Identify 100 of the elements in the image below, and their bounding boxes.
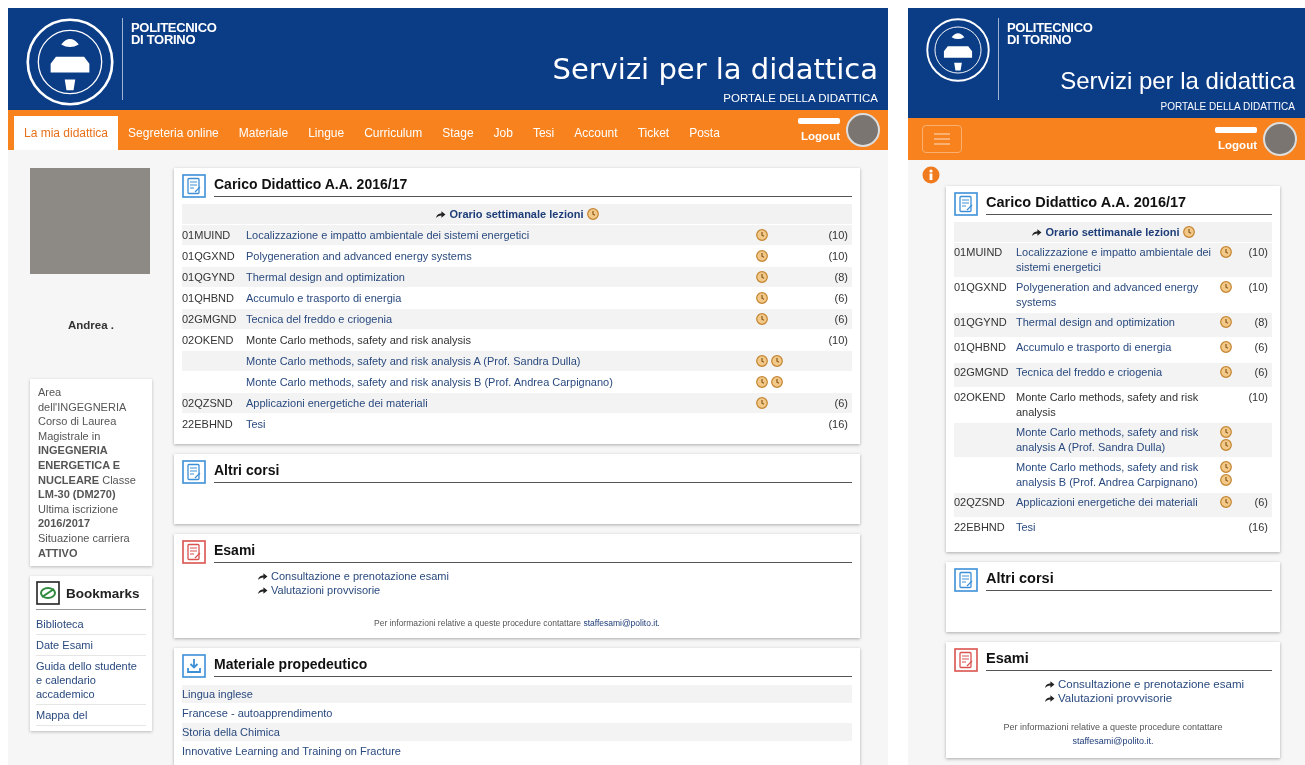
course-link[interactable]: Tesi (1016, 520, 1220, 535)
course-link[interactable]: Thermal design and optimization (246, 271, 756, 283)
email-link[interactable]: staffesami@polito.it. (583, 618, 660, 628)
exam-link[interactable]: Consultazione e prenotazione esami (271, 570, 449, 582)
clock-icon[interactable] (1220, 461, 1232, 473)
course-link[interactable]: Tecnica del freddo e criogenia (246, 313, 756, 325)
course-credits: (8) (1253, 315, 1269, 330)
clock-icon[interactable] (1220, 496, 1232, 508)
notepad-icon (954, 648, 978, 672)
download-icon (182, 654, 206, 678)
clock-icon[interactable] (756, 313, 768, 325)
clock-icon[interactable] (771, 355, 783, 367)
email-link[interactable]: staffesami@polito.it. (1072, 736, 1154, 746)
exam-link[interactable]: Consultazione e prenotazione esami (1058, 678, 1245, 690)
course-credits: (6) (833, 313, 849, 325)
site-subtitle: PORTALE DELLA DIDATTICA (1159, 101, 1295, 112)
clock-icon[interactable] (1220, 439, 1232, 451)
course-link[interactable]: Localizzazione e impatto ambientale dei sistemi energetici (1016, 245, 1220, 275)
course-code: 01MUIND (954, 245, 1004, 260)
course-credits: (10) (827, 229, 849, 241)
course-link[interactable]: Polygeneration and advanced energy systems (246, 250, 756, 262)
clock-icon[interactable] (756, 397, 768, 409)
exam-link[interactable]: Valutazioni provvisorie (271, 584, 381, 596)
contact-note: Per informazioni relative a queste procedure contattare staffesami@polito.it. (373, 618, 661, 628)
clock-icon[interactable] (1220, 281, 1232, 293)
clock-icon[interactable] (1220, 316, 1232, 328)
clock-icon[interactable] (756, 376, 768, 388)
university-wordmark: POLITECNICO DI TORINO (1007, 19, 1093, 46)
course-name: Monte Carlo methods, safety and risk analysis (246, 334, 472, 346)
bookmark-link[interactable]: Guida dello studente e calendario accademico (36, 656, 146, 706)
redacted-username (1215, 127, 1257, 133)
schedule-link[interactable]: Orario settimanale lezioni (449, 208, 584, 220)
clock-icon[interactable] (1220, 426, 1232, 438)
site-subtitle: PORTALE DELLA DIDATTICA (722, 92, 878, 104)
course-code: 01QHBND (182, 292, 235, 304)
course-credits: (8) (833, 271, 849, 283)
material-link[interactable]: Innovative Learning and Training on Fracture (182, 741, 852, 760)
arrow-icon (257, 585, 268, 595)
clock-icon[interactable] (1183, 226, 1196, 238)
course-code: 02GMGND (954, 365, 1010, 380)
course-link[interactable]: Tecnica del freddo e criogenia (1016, 365, 1220, 380)
arrow-icon (1044, 693, 1055, 703)
site-title: Servizi per la didattica (552, 52, 878, 86)
clock-icon[interactable] (771, 376, 783, 388)
notepad-icon (954, 568, 978, 592)
clock-icon[interactable] (587, 208, 600, 220)
clock-icon[interactable] (1220, 341, 1232, 353)
clock-icon[interactable] (756, 250, 768, 262)
panel-title: Esami (986, 650, 1029, 666)
course-link[interactable]: Localizzazione e impatto ambientale dei sistemi energetici (246, 229, 756, 241)
clock-icon[interactable] (756, 292, 768, 304)
clock-icon[interactable] (756, 271, 768, 283)
course-code: 02GMGND (182, 313, 238, 325)
bookmarks-title: Bookmarks (66, 585, 140, 601)
course-link[interactable]: Monte Carlo methods, safety and risk analysis B (Prof. Andrea Carpignano) (1016, 460, 1220, 490)
material-link[interactable]: Storia della Chimica (182, 722, 852, 741)
course-code: 22EBHND (182, 418, 234, 430)
course-link[interactable]: Accumulo e trasporto di energia (246, 292, 756, 304)
panel-title: Carico Didattico A.A. 2016/17 (986, 194, 1187, 210)
course-code: 02QZSND (182, 397, 234, 409)
material-link[interactable]: Lingua inglese (182, 684, 852, 703)
course-link[interactable]: Applicazioni energetiche dei materiali (246, 397, 756, 409)
course-credits: (10) (1247, 390, 1269, 405)
clock-icon[interactable] (756, 229, 768, 241)
panel-title: Materiale propedeutico (214, 656, 368, 672)
info-icon[interactable] (922, 166, 940, 184)
course-link[interactable]: Polygeneration and advanced energy systems (1016, 280, 1220, 310)
panel-title: Carico Didattico A.A. 2016/17 (214, 176, 408, 192)
clock-icon[interactable] (1220, 246, 1232, 258)
career-details: Area dell'INGEGNERIA Corso di Laurea Magistrale in INGEGNERIA ENERGETICA E NUCLEARE Classe LM-30 (DM270) Ultima iscrizione 2016/2017 Situazione carriera ATTIVO (30, 379, 152, 567)
course-link[interactable]: Monte Carlo methods, safety and risk analysis B (Prof. Andrea Carpignano) (246, 376, 756, 388)
student-name: Andrea . (67, 319, 115, 331)
bookmark-link[interactable]: Date Esami (36, 635, 146, 657)
notepad-icon (954, 192, 978, 216)
avatar[interactable] (846, 113, 880, 147)
course-code: 01QGXND (954, 280, 1008, 295)
course-code: 01MUIND (182, 229, 232, 241)
exam-link[interactable]: Valutazioni provvisorie (1058, 692, 1173, 704)
course-credits: (6) (1253, 495, 1269, 510)
course-link[interactable]: Accumulo e trasporto di energia (1016, 340, 1220, 355)
clock-icon[interactable] (1220, 474, 1232, 486)
arrow-icon (434, 209, 446, 219)
course-link[interactable]: Tesi (246, 418, 756, 430)
arrow-icon (1030, 227, 1042, 237)
avatar[interactable] (1263, 122, 1297, 156)
clock-icon[interactable] (756, 355, 768, 367)
clock-icon[interactable] (1220, 366, 1232, 378)
course-code: 22EBHND (954, 520, 1006, 535)
bookmark-link[interactable]: Mappa del (36, 705, 146, 727)
course-credits: (6) (833, 397, 849, 409)
course-code: 02OKEND (954, 390, 1007, 405)
course-link[interactable]: Thermal design and optimization (1016, 315, 1220, 330)
course-code: 01QGYND (182, 271, 236, 283)
arrow-icon (1044, 679, 1055, 689)
course-credits: (16) (827, 418, 849, 430)
course-link[interactable]: Applicazioni energetiche dei materiali (1016, 495, 1220, 510)
bookmark-link[interactable]: Biblioteca (36, 614, 146, 636)
course-credits: (6) (1253, 365, 1269, 380)
course-credits: (10) (827, 334, 849, 346)
course-credits: (10) (1247, 280, 1269, 295)
